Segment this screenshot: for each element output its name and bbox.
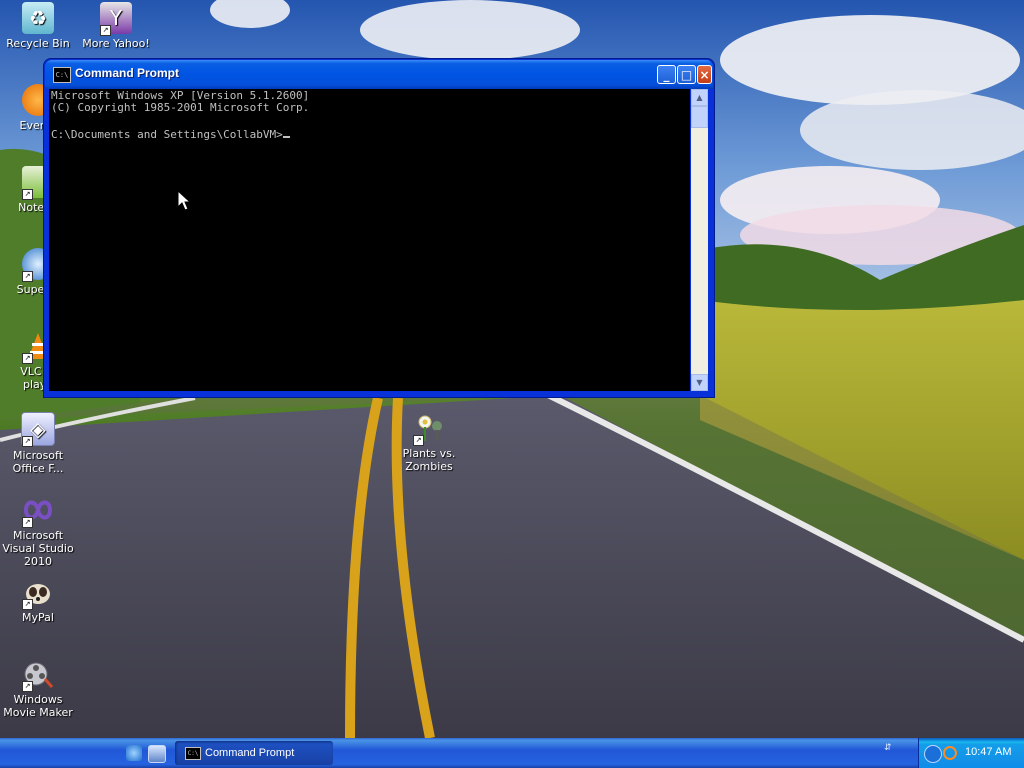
desktop-icon-label: Recycle Bin — [6, 37, 70, 50]
desktop[interactable]: ♻ Recycle Bin Y↗ More Yahoo! Games Every… — [0, 0, 1024, 738]
maximize-button[interactable]: □ — [677, 65, 696, 84]
taskbar-button-command-prompt[interactable]: C:\ Command Prompt — [175, 741, 333, 765]
command-prompt-icon[interactable]: C:\ — [53, 67, 71, 83]
scroll-down-button[interactable]: ▼ — [691, 374, 708, 391]
mouse-pointer-icon — [177, 190, 191, 211]
shortcut-arrow-icon: ↗ — [22, 517, 33, 528]
desktop-icon-label: Microsoft Visual Studio 2010 — [2, 529, 74, 568]
close-button[interactable]: × — [697, 65, 712, 84]
visual-studio-icon: ↗ — [22, 494, 54, 528]
taskbar-button-label: Command Prompt — [205, 747, 295, 759]
desktop-icon-label: Microsoft Office F... — [12, 449, 64, 475]
minimize-button[interactable]: _ — [657, 65, 676, 84]
shortcut-arrow-icon: ↗ — [22, 599, 33, 610]
shortcut-arrow-icon: ↗ — [22, 189, 33, 200]
window-title: Command Prompt — [75, 66, 180, 80]
shortcut-arrow-icon: ↗ — [22, 353, 33, 364]
desktop-icon-label: Windows Movie Maker — [3, 693, 73, 719]
desktop-icon-mypal[interactable]: ↗ MyPal — [0, 576, 76, 624]
shortcut-arrow-icon: ↗ — [22, 271, 33, 282]
text-cursor — [282, 126, 290, 138]
desktop-icon-more-yahoo-games[interactable]: Y↗ More Yahoo! Games — [78, 2, 154, 50]
search-tray-icon[interactable] — [943, 746, 957, 760]
clock[interactable]: 10:47 AM — [965, 746, 1011, 758]
desktop-icon-windows-movie-maker[interactable]: ↗ Windows Movie Maker — [0, 658, 76, 719]
desktop-icon-microsoft-office[interactable]: ◈ ↗ Microsoft Office F... — [0, 412, 76, 475]
shortcut-arrow-icon: ↗ — [22, 436, 33, 447]
language-bar-icon[interactable]: ⇵ — [884, 744, 894, 762]
shortcut-arrow-icon: ↗ — [413, 435, 424, 446]
desktop-icon-label: Plants vs. Zombies — [402, 447, 456, 473]
console-prompt-line: C:\Documents and Settings\CollabVM> — [51, 126, 688, 141]
scroll-thumb[interactable] — [691, 106, 708, 128]
mypal-browser-icon: ↗ — [22, 576, 54, 610]
yahoo-games-icon: Y ↗ — [100, 2, 132, 36]
shortcut-arrow-icon: ↗ — [100, 25, 111, 36]
window-titlebar[interactable]: C:\ Command Prompt _ □ × — [45, 60, 713, 89]
tray-expand-arrow-icon[interactable] — [924, 745, 942, 763]
command-prompt-icon: C:\ — [185, 747, 201, 760]
internet-explorer-icon[interactable] — [126, 745, 142, 761]
vertical-scrollbar[interactable]: ▲ ▼ — [691, 89, 708, 391]
scroll-up-button[interactable]: ▲ — [691, 89, 708, 106]
console-output[interactable]: Microsoft Windows XP [Version 5.1.2600](… — [49, 89, 690, 391]
show-desktop-icon[interactable] — [148, 745, 166, 763]
desktop-icon-label: More Yahoo! Games — [82, 37, 150, 50]
console-line: (C) Copyright 1985-2001 Microsoft Corp. — [51, 101, 310, 114]
system-tray: 10:47 AM — [918, 738, 1024, 768]
desktop-icon-label: MyPal — [22, 611, 54, 624]
taskbar[interactable]: C:\ Command Prompt ⇵ 10:47 AM — [0, 738, 1024, 768]
desktop-icon-visual-studio[interactable]: ↗ Microsoft Visual Studio 2010 — [0, 494, 76, 568]
command-prompt-window[interactable]: C:\ Command Prompt _ □ × Microsoft Windo… — [44, 59, 714, 397]
recycle-bin-icon: ♻ — [22, 2, 54, 34]
desktop-icon-plants-vs-zombies[interactable]: ↗ Plants vs. Zombies — [391, 412, 467, 473]
shortcut-arrow-icon: ↗ — [22, 681, 33, 692]
plants-vs-zombies-icon: ↗ — [413, 412, 445, 446]
desktop-icon-recycle-bin[interactable]: ♻ Recycle Bin — [0, 2, 76, 50]
console-prompt: C:\Documents and Settings\CollabVM> — [51, 128, 283, 141]
movie-maker-icon: ↗ — [22, 658, 54, 692]
office-icon: ◈ ↗ — [21, 412, 55, 447]
